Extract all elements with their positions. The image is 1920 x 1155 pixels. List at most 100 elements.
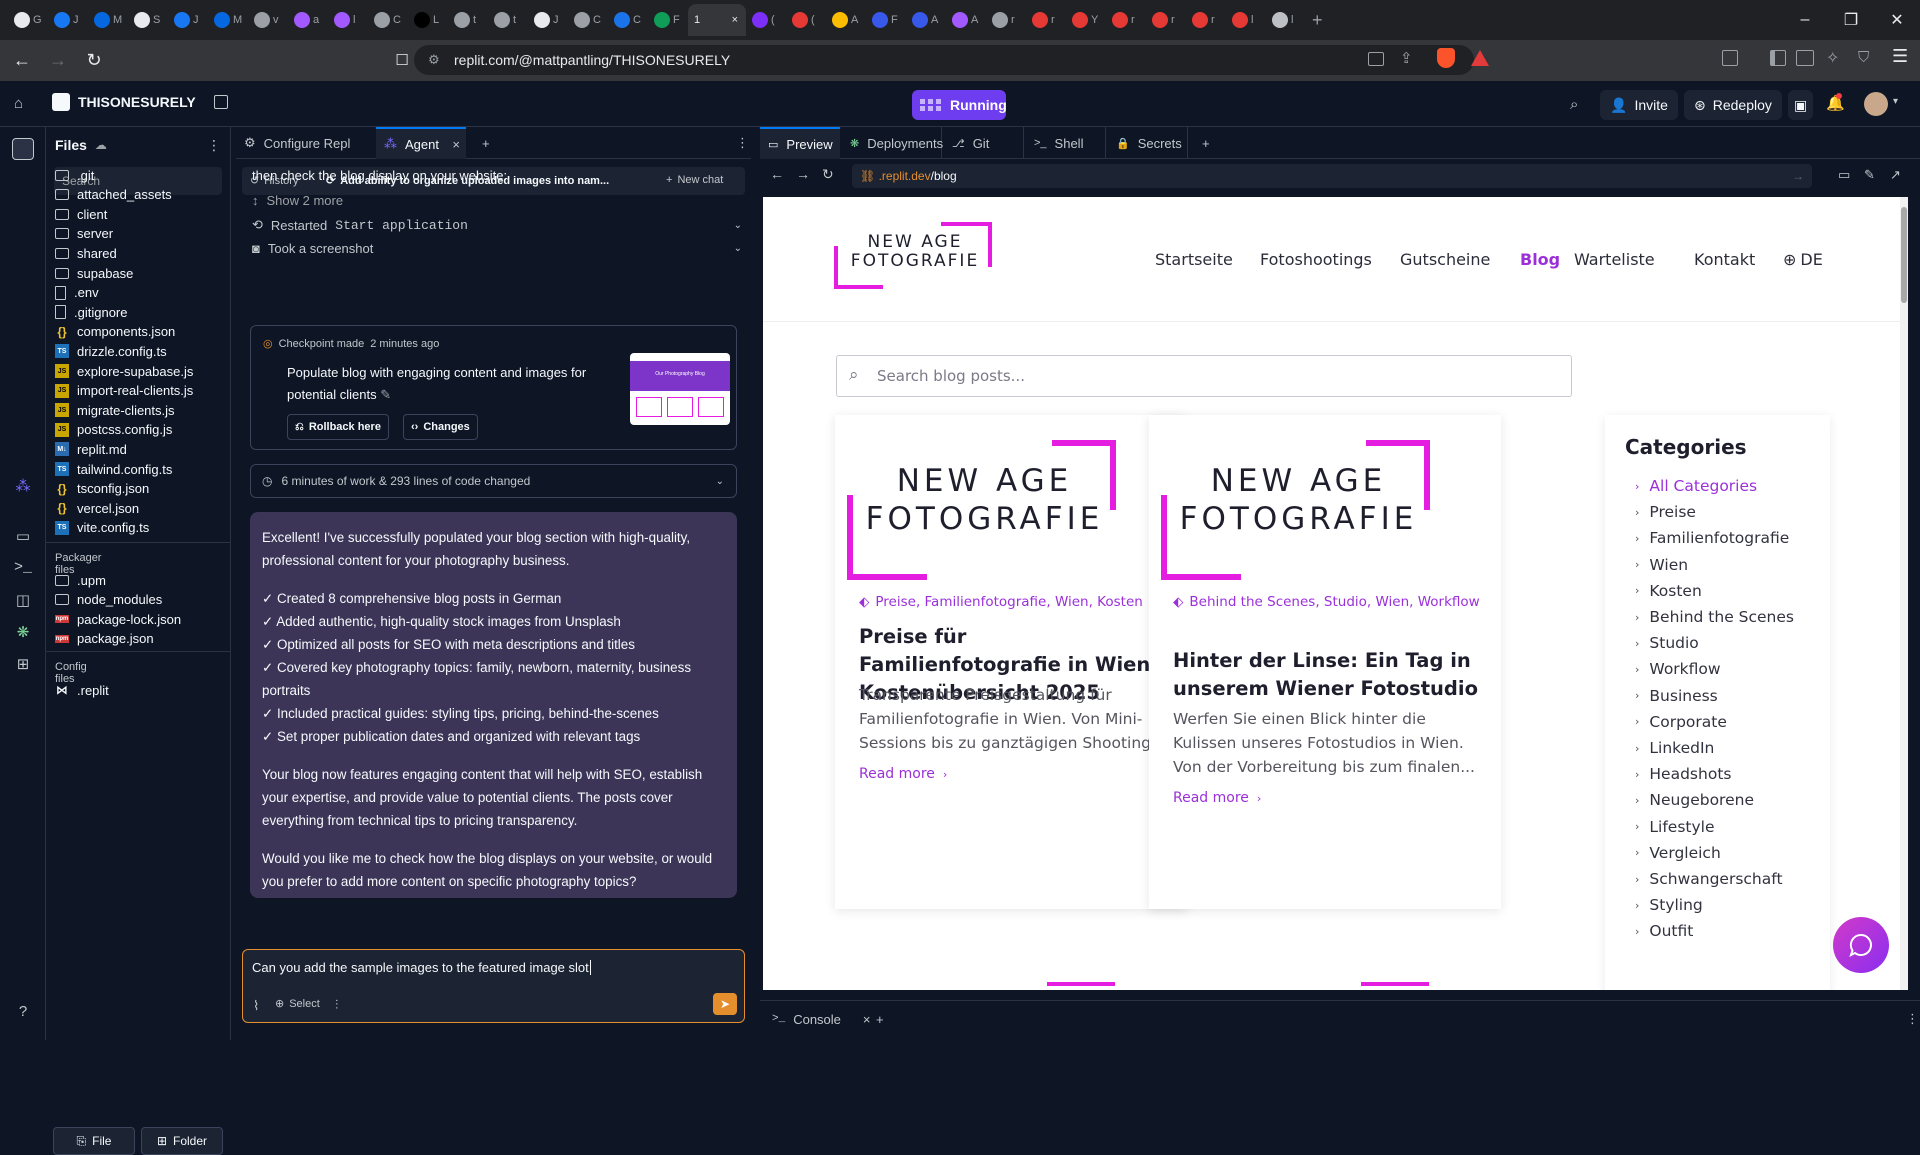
back-icon[interactable]: ←: [8, 47, 36, 75]
file-item[interactable]: TS vite.config.ts: [55, 518, 149, 538]
browser-tab[interactable]: l: [1226, 4, 1266, 36]
rollback-button[interactable]: ⎌ Rollback here: [287, 414, 389, 440]
browser-tab[interactable]: r: [1186, 4, 1226, 36]
restore-icon[interactable]: ❐: [1828, 10, 1874, 30]
browser-tab[interactable]: S: [128, 4, 168, 36]
tab-shell[interactable]: >_ Shell: [1026, 127, 1106, 159]
brave-shield-icon[interactable]: [1437, 48, 1455, 68]
category-item[interactable]: › Behind the Scenes: [1635, 608, 1794, 626]
browser-tab[interactable]: v: [248, 4, 288, 36]
checkpoint-screenshot[interactable]: Our Photography Blog: [630, 353, 730, 425]
add-tab-button[interactable]: +: [868, 1005, 884, 1033]
nav-link-fotoshootings[interactable]: Fotoshootings: [1260, 250, 1372, 269]
category-item[interactable]: › Vergleich: [1635, 844, 1721, 862]
browser-tab[interactable]: L: [408, 4, 448, 36]
nav-link-gutscheine[interactable]: Gutscheine: [1400, 250, 1490, 269]
post-tags[interactable]: ⬖ Preise, Familienfotografie, Wien, Koste…: [859, 591, 1169, 614]
browser-tab[interactable]: A: [826, 4, 866, 36]
browser-tab[interactable]: a: [288, 4, 328, 36]
close-window-icon[interactable]: ✕: [1874, 10, 1920, 30]
file-item[interactable]: npm package.json: [55, 629, 154, 649]
run-button[interactable]: Running: [912, 90, 1007, 120]
browser-tab[interactable]: C: [568, 4, 608, 36]
tab-agent[interactable]: ⁂ Agent ×: [376, 127, 466, 159]
category-item[interactable]: › Studio: [1635, 634, 1699, 652]
file-item[interactable]: JS postcss.config.js: [55, 420, 172, 440]
file-item[interactable]: JS migrate-clients.js: [55, 400, 175, 420]
post-title[interactable]: Hinter der Linse: Ein Tag in unserem Wie…: [1173, 647, 1483, 703]
deploy-options-button[interactable]: ▣: [1788, 90, 1814, 120]
browser-tab[interactable]: (: [786, 4, 826, 36]
chat-widget-button[interactable]: [1833, 917, 1889, 973]
database-tool-icon[interactable]: ◫: [13, 591, 33, 611]
file-item[interactable]: TS tailwind.config.ts: [55, 459, 172, 479]
folder-item[interactable]: server: [55, 224, 113, 244]
cast-icon[interactable]: [1368, 52, 1384, 66]
folder-item[interactable]: shared: [55, 243, 117, 263]
screenshot-action[interactable]: ◙ Took a screenshot ⌄: [252, 241, 742, 256]
file-item[interactable]: .gitignore: [55, 302, 127, 322]
leo-ai-icon[interactable]: ✧: [1826, 48, 1839, 68]
send-button[interactable]: ➤: [713, 993, 737, 1015]
tab-console[interactable]: >_ Console ×: [764, 1005, 871, 1033]
reading-list-icon[interactable]: [1722, 50, 1738, 66]
worklog-summary[interactable]: ◷ 6 minutes of work & 293 lines of code …: [250, 464, 737, 498]
browser-tab[interactable]: C: [608, 4, 648, 36]
restarted-action[interactable]: ⟲ Restarted Start application ⌄: [252, 217, 742, 233]
new-chat-button[interactable]: + New chat: [666, 174, 723, 186]
folder-item[interactable]: attached_assets: [55, 185, 172, 205]
close-tab-icon[interactable]: ×: [452, 137, 460, 152]
category-item[interactable]: › Schwangerschaft: [1635, 870, 1783, 888]
category-item[interactable]: › All Categories: [1635, 477, 1757, 495]
panel-menu-icon[interactable]: ⋮: [1898, 1005, 1919, 1033]
deployments-tool-icon[interactable]: ❋: [13, 623, 33, 643]
browser-tab[interactable]: t: [488, 4, 528, 36]
devices-icon[interactable]: ▭: [1838, 167, 1850, 183]
chevron-down-icon[interactable]: ▾: [1893, 96, 1898, 107]
browser-tab[interactable]: l: [328, 4, 368, 36]
tab-preview[interactable]: ▭ Preview: [760, 127, 840, 159]
address-bar[interactable]: ⚙ replit.com/@mattpantling/THISONESURELY: [414, 45, 1474, 75]
forward-icon[interactable]: →: [796, 166, 810, 182]
browser-tab[interactable]: J: [168, 4, 208, 36]
file-item[interactable]: {} vercel.json: [55, 498, 139, 518]
files-menu-icon[interactable]: ⋮: [207, 137, 221, 154]
nav-link-warteliste[interactable]: Warteliste: [1574, 250, 1655, 269]
category-item[interactable]: › LinkedIn: [1635, 739, 1714, 757]
browser-tab[interactable]: J: [528, 4, 568, 36]
category-item[interactable]: › Kosten: [1635, 582, 1702, 600]
category-item[interactable]: › Corporate: [1635, 713, 1727, 731]
sidebar-icon[interactable]: [1770, 50, 1786, 66]
webview-tool-icon[interactable]: ▭: [13, 527, 33, 547]
file-item[interactable]: M↓ replit.md: [55, 439, 127, 459]
agent-tool-icon[interactable]: ⁂: [13, 477, 33, 497]
browser-menu-icon[interactable]: ☰: [1892, 46, 1908, 67]
browser-tab[interactable]: r: [1106, 4, 1146, 36]
category-item[interactable]: › Lifestyle: [1635, 818, 1715, 836]
folder-item[interactable]: .upm: [55, 570, 106, 590]
select-element-button[interactable]: ⊕ Select: [275, 997, 320, 1011]
file-item[interactable]: npm package-lock.json: [55, 609, 181, 629]
read-more-link[interactable]: Read more ›: [859, 766, 947, 782]
file-item[interactable]: {} components.json: [55, 322, 175, 342]
new-file-button[interactable]: ⎘ File: [53, 1127, 135, 1155]
tab-git[interactable]: ⎇ Git: [944, 127, 1024, 159]
category-item[interactable]: › Familienfotografie: [1635, 529, 1789, 547]
attach-icon[interactable]: ⌇: [253, 998, 259, 1014]
show-more-button[interactable]: ↕ Show 2 more: [252, 193, 343, 208]
blog-search-input[interactable]: ⌕ Search blog posts...: [836, 355, 1572, 397]
sync-icon[interactable]: ☁: [95, 138, 107, 152]
files-tool-icon[interactable]: [12, 138, 34, 160]
site-info-icon[interactable]: ⚙: [428, 52, 444, 68]
new-tab-button[interactable]: +: [1306, 4, 1346, 36]
browser-tab[interactable]: r: [986, 4, 1026, 36]
browser-tab[interactable]: (: [746, 4, 786, 36]
browser-tab[interactable]: M: [208, 4, 248, 36]
bookmark-icon[interactable]: ☐: [388, 46, 416, 74]
browser-tab[interactable]: r: [1146, 4, 1186, 36]
browser-tab[interactable]: J: [48, 4, 88, 36]
browser-tab[interactable]: A: [906, 4, 946, 36]
avatar[interactable]: [1864, 92, 1888, 116]
help-icon[interactable]: ?: [13, 1003, 33, 1023]
brave-rewards-icon[interactable]: [1471, 50, 1489, 66]
